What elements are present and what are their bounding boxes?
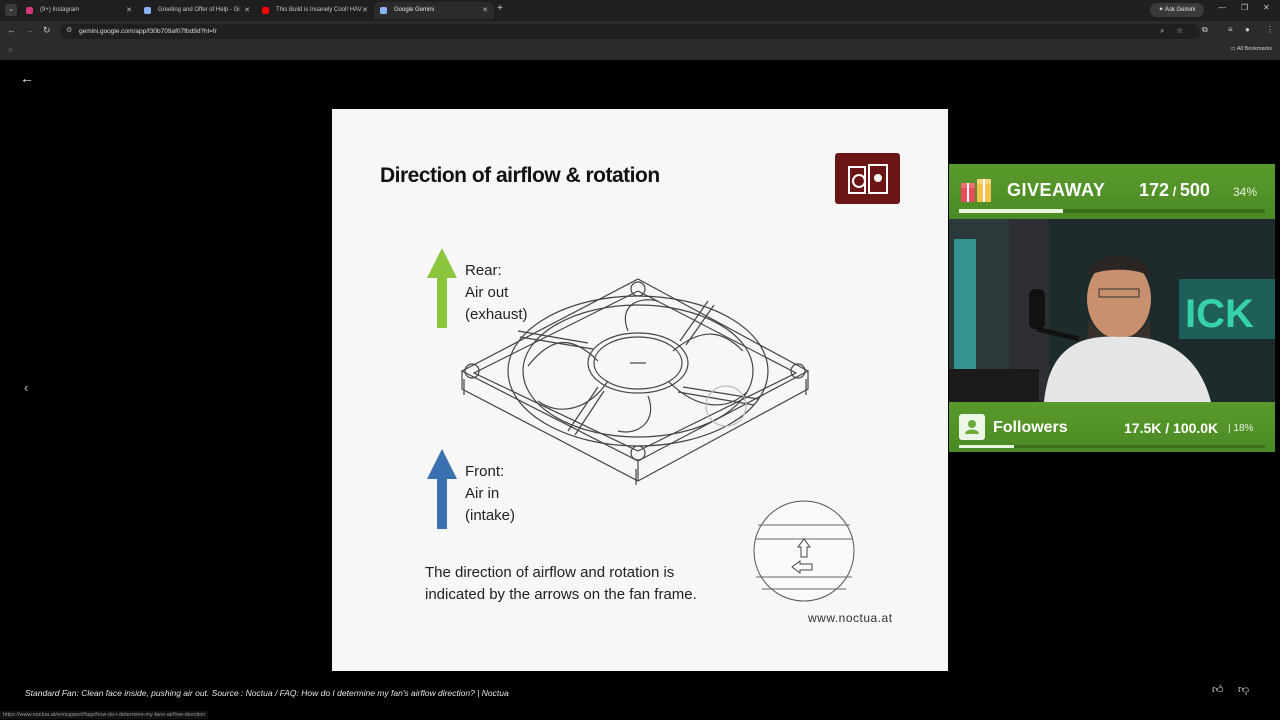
tab-instagram[interactable]: (9+) Instagram ✕	[20, 2, 138, 19]
followers-progress-track	[959, 445, 1265, 448]
arrow-detail-icon	[753, 500, 855, 602]
slide-title: Direction of airflow & rotation	[380, 164, 660, 187]
browser-toolbar: ← → ↻ ⚙ gemini.google.com/app/f30b709af0…	[0, 21, 1280, 41]
giveaway-count: 172 / 500	[1139, 180, 1210, 200]
rear-arrow-icon	[427, 248, 457, 328]
gemini-icon	[144, 7, 151, 14]
tab-greeting[interactable]: Greeting and Offer of Help - Gi ✕	[138, 2, 256, 19]
thumbs-down-icon[interactable]: 👎︎	[1238, 683, 1249, 696]
gemini-icon	[380, 7, 387, 14]
instagram-icon	[26, 7, 33, 14]
slide-caption: The direction of airflow and rotation is…	[425, 562, 697, 606]
close-icon[interactable]: ✕	[362, 2, 368, 19]
tab-label: This Build is Insanely Cool! HAV	[276, 7, 362, 13]
giveaway-goal: 500	[1179, 180, 1210, 200]
giveaway-widget: GIVEAWAY 172 / 500 34%	[949, 164, 1275, 219]
address-bar[interactable]: ⚙ gemini.google.com/app/f30b709af07fbd9d…	[60, 24, 1200, 39]
zoom-icon[interactable]: ⌕	[1160, 26, 1164, 36]
close-icon[interactable]: ✕	[482, 2, 488, 19]
bookmarks-bar: ⁘ ▭ All Bookmarks	[0, 41, 1280, 60]
noctua-slide-image: Direction of airflow & rotation Rear: Ai…	[332, 109, 948, 671]
followers-count: 17.5K / 100.0K	[1124, 420, 1219, 436]
previous-chevron-icon[interactable]: ‹	[24, 380, 28, 395]
tab-label: Greeting and Offer of Help - Gi	[158, 7, 240, 13]
close-icon[interactable]: ✕	[244, 2, 250, 19]
user-icon	[959, 414, 985, 440]
new-tab-button[interactable]: +	[497, 3, 503, 14]
svg-text:ICK: ICK	[1185, 292, 1254, 336]
forward-icon[interactable]: →	[25, 25, 34, 35]
gift-icon	[961, 179, 991, 202]
close-icon[interactable]: ✕	[126, 2, 132, 19]
minimize-icon[interactable]: —	[1218, 3, 1226, 12]
site-info-icon[interactable]: ⚙	[66, 26, 72, 34]
apps-grid-icon[interactable]: ⁘	[7, 46, 14, 55]
profile-avatar[interactable]: ●	[1245, 25, 1250, 34]
restore-icon[interactable]: ❐	[1241, 3, 1248, 12]
front-arrow-icon	[427, 449, 457, 529]
all-bookmarks-label: All Bookmarks	[1236, 46, 1272, 52]
followers-title: Followers	[993, 419, 1068, 436]
followers-percent: | 18%	[1228, 423, 1254, 434]
webcam-feed: ICK	[949, 219, 1275, 402]
caption-line2: indicated by the arrows on the fan frame…	[425, 586, 697, 603]
image-source-caption: Standard Fan: Clean face inside, pushing…	[25, 688, 509, 698]
followers-widget: Followers 17.5K / 100.0K | 18%	[949, 402, 1275, 452]
noctua-logo	[835, 153, 900, 204]
back-arrow-icon[interactable]: ←	[20, 70, 34, 86]
extensions-icon[interactable]: ⧉	[1202, 25, 1208, 35]
giveaway-percent: 34%	[1233, 185, 1258, 199]
noctua-website: www.noctua.at	[808, 611, 893, 625]
tab-bar: ⌄ (9+) Instagram ✕ Greeting and Offer of…	[0, 0, 1280, 21]
close-window-icon[interactable]: ✕	[1263, 3, 1270, 12]
youtube-icon	[262, 7, 269, 14]
ask-gemini-label: Ask Gemini	[1164, 7, 1196, 13]
url-text: gemini.google.com/app/f30b709af07fbd9d?h…	[79, 28, 217, 35]
fan-drawing	[460, 278, 810, 485]
all-bookmarks-link[interactable]: ▭ All Bookmarks	[1230, 46, 1272, 52]
giveaway-progress-fill	[959, 209, 1064, 213]
tab-label: Google Gemini	[394, 7, 435, 13]
status-bar-url: https://www.noctua.at/en/support/faqs/ho…	[0, 711, 209, 719]
menu-icon[interactable]: ⋮	[1266, 25, 1274, 34]
giveaway-current: 172	[1139, 180, 1170, 200]
giveaway-progress-track	[959, 209, 1265, 213]
tab-youtube[interactable]: This Build is Insanely Cool! HAV ✕	[256, 2, 374, 19]
followers-progress-fill	[959, 445, 1015, 448]
giveaway-title: GIVEAWAY	[1007, 180, 1106, 200]
media-icon[interactable]: ≡	[1228, 25, 1233, 34]
tab-label: (9+) Instagram	[40, 7, 80, 13]
caption-line1: The direction of airflow and rotation is	[425, 564, 675, 581]
bookmark-star-icon[interactable]: ☆	[1176, 26, 1183, 35]
tab-gemini[interactable]: Google Gemini ✕	[374, 2, 494, 19]
reload-icon[interactable]: ↻	[43, 25, 51, 36]
back-icon[interactable]: ←	[7, 25, 16, 35]
tab-search-icon[interactable]: ⌄	[5, 4, 17, 16]
ask-gemini-button[interactable]: ✦ Ask Gemini	[1150, 3, 1204, 17]
thumbs-up-icon[interactable]: 👍︎	[1212, 683, 1224, 696]
